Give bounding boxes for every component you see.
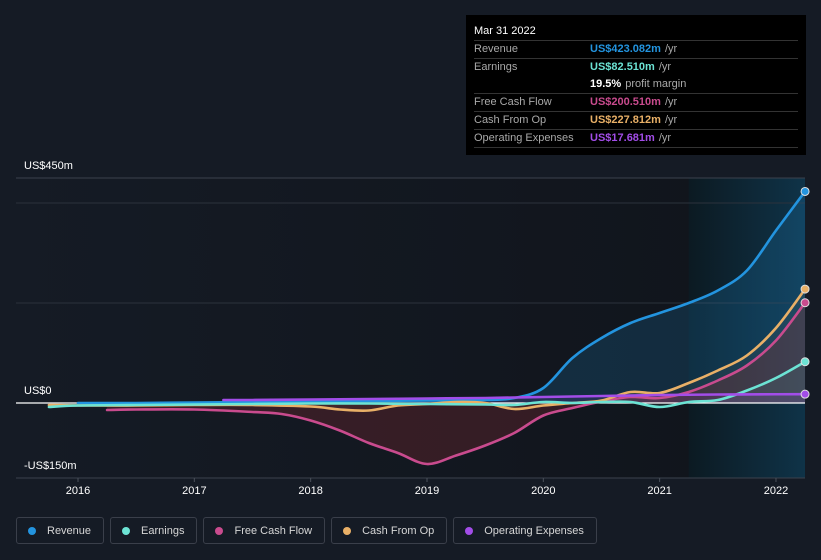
- tooltip-unit: /yr: [664, 96, 678, 108]
- operating-expenses-dot-icon: [465, 526, 474, 535]
- tooltip-unit: /yr: [658, 61, 672, 73]
- legend-label: Earnings: [141, 524, 185, 537]
- legend: Revenue Earnings Free Cash Flow Cash Fro…: [16, 517, 597, 544]
- tooltip-row-operating-expenses: Operating Expenses US$17.681m /yr: [474, 130, 798, 148]
- tooltip-value: US$200.510m: [590, 96, 661, 108]
- tooltip-unit: /yr: [664, 43, 678, 55]
- cash-from-op-end-point: [800, 284, 810, 294]
- revenue-end-point: [800, 186, 810, 196]
- tooltip-row-free-cash-flow: Free Cash Flow US$200.510m /yr: [474, 94, 798, 112]
- legend-item-earnings[interactable]: Earnings: [110, 517, 198, 544]
- legend-label: Revenue: [47, 524, 92, 537]
- x-tick-label: 2017: [182, 485, 207, 497]
- tooltip-value: US$227.812m: [590, 114, 661, 126]
- x-tick-label: 2021: [647, 485, 672, 497]
- tooltip-value: US$423.082m: [590, 43, 661, 55]
- legend-item-revenue[interactable]: Revenue: [16, 517, 105, 544]
- tooltip-label: Free Cash Flow: [474, 96, 552, 108]
- tooltip-value: US$82.510m: [590, 61, 655, 73]
- tooltip-row-cash-from-op: Cash From Op US$227.812m /yr: [474, 112, 798, 130]
- legend-item-free-cash-flow[interactable]: Free Cash Flow: [203, 517, 326, 544]
- operating-expenses-end-point: [800, 389, 810, 399]
- legend-item-cash-from-op[interactable]: Cash From Op: [331, 517, 448, 544]
- tooltip-panel: Mar 31 2022 Revenue US$423.082m /yr Earn…: [466, 15, 806, 155]
- tooltip-unit: /yr: [658, 132, 672, 144]
- tooltip-label: Cash From Op: [474, 114, 547, 126]
- tooltip-date: Mar 31 2022: [474, 23, 798, 41]
- y-tick-label-zero: US$0: [24, 385, 52, 397]
- x-tick-label: 2018: [298, 485, 323, 497]
- free-cash-flow-end-point: [800, 298, 810, 308]
- x-tick-label: 2016: [65, 485, 91, 497]
- tooltip-label: Operating Expenses: [474, 132, 574, 144]
- earnings-end-point: [800, 357, 810, 367]
- legend-item-operating-expenses[interactable]: Operating Expenses: [453, 517, 597, 544]
- tooltip-unit: profit margin: [625, 78, 687, 90]
- tooltip-label: Revenue: [474, 43, 519, 55]
- x-tick-label: 2020: [531, 485, 556, 497]
- tooltip-unit: /yr: [664, 114, 678, 126]
- legend-label: Free Cash Flow: [234, 524, 313, 537]
- tooltip-row-profit-margin: 19.5% profit margin: [474, 76, 798, 94]
- free-cash-flow-dot-icon: [215, 526, 224, 535]
- legend-label: Cash From Op: [362, 524, 435, 537]
- tooltip-value: 19.5%: [590, 78, 622, 90]
- y-tick-label-top: US$450m: [24, 160, 73, 172]
- tooltip-label: Earnings: [474, 61, 518, 73]
- tooltip-label: [474, 76, 590, 93]
- legend-label: Operating Expenses: [484, 524, 584, 537]
- cash-from-op-dot-icon: [343, 526, 352, 535]
- tooltip-row-revenue: Revenue US$423.082m /yr: [474, 41, 798, 59]
- x-tick-label: 2022: [763, 485, 789, 497]
- x-tick-label: 2019: [414, 485, 440, 497]
- revenue-dot-icon: [28, 526, 36, 535]
- y-tick-label-bottom: -US$150m: [24, 460, 77, 472]
- tooltip-value: US$17.681m: [590, 132, 655, 144]
- tooltip-row-earnings: Earnings US$82.510m /yr: [474, 59, 798, 76]
- earnings-dot-icon: [122, 526, 131, 535]
